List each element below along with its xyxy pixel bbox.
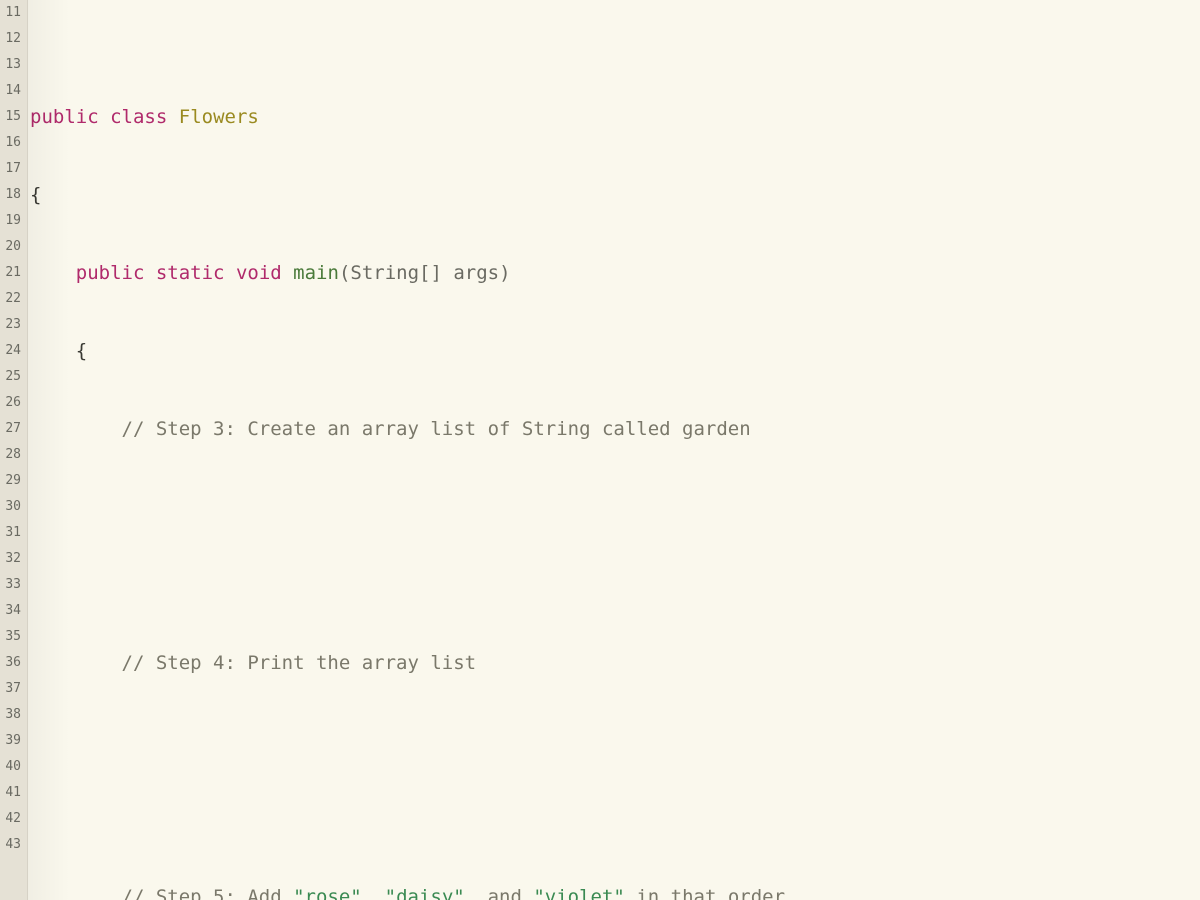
code-line[interactable]: public class Flowers (28, 104, 1200, 130)
string-literal: "rose" (293, 884, 362, 900)
string-literal: "violet" (533, 884, 625, 900)
class-name: Flowers (179, 104, 259, 130)
line-number: 36 (4, 650, 21, 676)
comment: , and (465, 884, 534, 900)
code-line[interactable] (28, 806, 1200, 832)
line-number: 43 (4, 832, 21, 858)
line-number: 29 (4, 468, 21, 494)
line-number: 11 (4, 0, 21, 26)
code-line[interactable]: { (28, 338, 1200, 364)
comment: , (362, 884, 385, 900)
comment: // Step 4: Print the array list (122, 650, 477, 676)
string-literal: "daisy" (385, 884, 465, 900)
line-number: 31 (4, 520, 21, 546)
code-area[interactable]: public class Flowers { public static voi… (28, 0, 1200, 900)
gutter-shadow (28, 0, 70, 900)
code-line[interactable]: // Step 4: Print the array list (28, 650, 1200, 676)
keyword: public (30, 104, 99, 130)
line-number: 13 (4, 52, 21, 78)
line-number: 22 (4, 286, 21, 312)
line-number: 24 (4, 338, 21, 364)
code-editor[interactable]: 1112131415161718192021222324252627282930… (0, 0, 1200, 900)
brace: { (76, 338, 87, 364)
code-line[interactable]: // Step 3: Create an array list of Strin… (28, 416, 1200, 442)
keyword: void (236, 260, 282, 286)
line-number: 27 (4, 416, 21, 442)
code-line[interactable] (28, 572, 1200, 598)
line-number: 17 (4, 156, 21, 182)
line-number: 34 (4, 598, 21, 624)
line-number: 23 (4, 312, 21, 338)
keyword: static (156, 260, 225, 286)
line-number: 38 (4, 702, 21, 728)
keyword: public (76, 260, 145, 286)
line-number: 41 (4, 780, 21, 806)
method-name: main (293, 260, 339, 286)
line-number: 16 (4, 130, 21, 156)
line-number: 18 (4, 182, 21, 208)
line-number: 35 (4, 624, 21, 650)
code-line[interactable]: // Step 5: Add "rose", "daisy", and "vio… (28, 884, 1200, 900)
line-number: 14 (4, 78, 21, 104)
brace: { (30, 182, 41, 208)
code-line[interactable] (28, 494, 1200, 520)
line-number: 39 (4, 728, 21, 754)
line-number: 20 (4, 234, 21, 260)
line-number: 40 (4, 754, 21, 780)
line-number: 28 (4, 442, 21, 468)
line-number: 26 (4, 390, 21, 416)
line-number: 30 (4, 494, 21, 520)
line-number: 32 (4, 546, 21, 572)
line-number: 15 (4, 104, 21, 130)
line-number: 12 (4, 26, 21, 52)
comment: // Step 3: Create an array list of Strin… (122, 416, 751, 442)
keyword: class (110, 104, 167, 130)
code-line[interactable] (28, 728, 1200, 754)
line-number: 33 (4, 572, 21, 598)
code-line[interactable]: public static void main(String[] args) (28, 260, 1200, 286)
line-number: 37 (4, 676, 21, 702)
method-signature: (String[] args) (339, 260, 511, 286)
line-number: 19 (4, 208, 21, 234)
comment: // Step 5: Add (122, 884, 294, 900)
line-number: 42 (4, 806, 21, 832)
line-number: 25 (4, 364, 21, 390)
line-number-gutter: 1112131415161718192021222324252627282930… (0, 0, 28, 900)
code-line[interactable]: { (28, 182, 1200, 208)
line-number: 21 (4, 260, 21, 286)
comment: in that order (625, 884, 785, 900)
